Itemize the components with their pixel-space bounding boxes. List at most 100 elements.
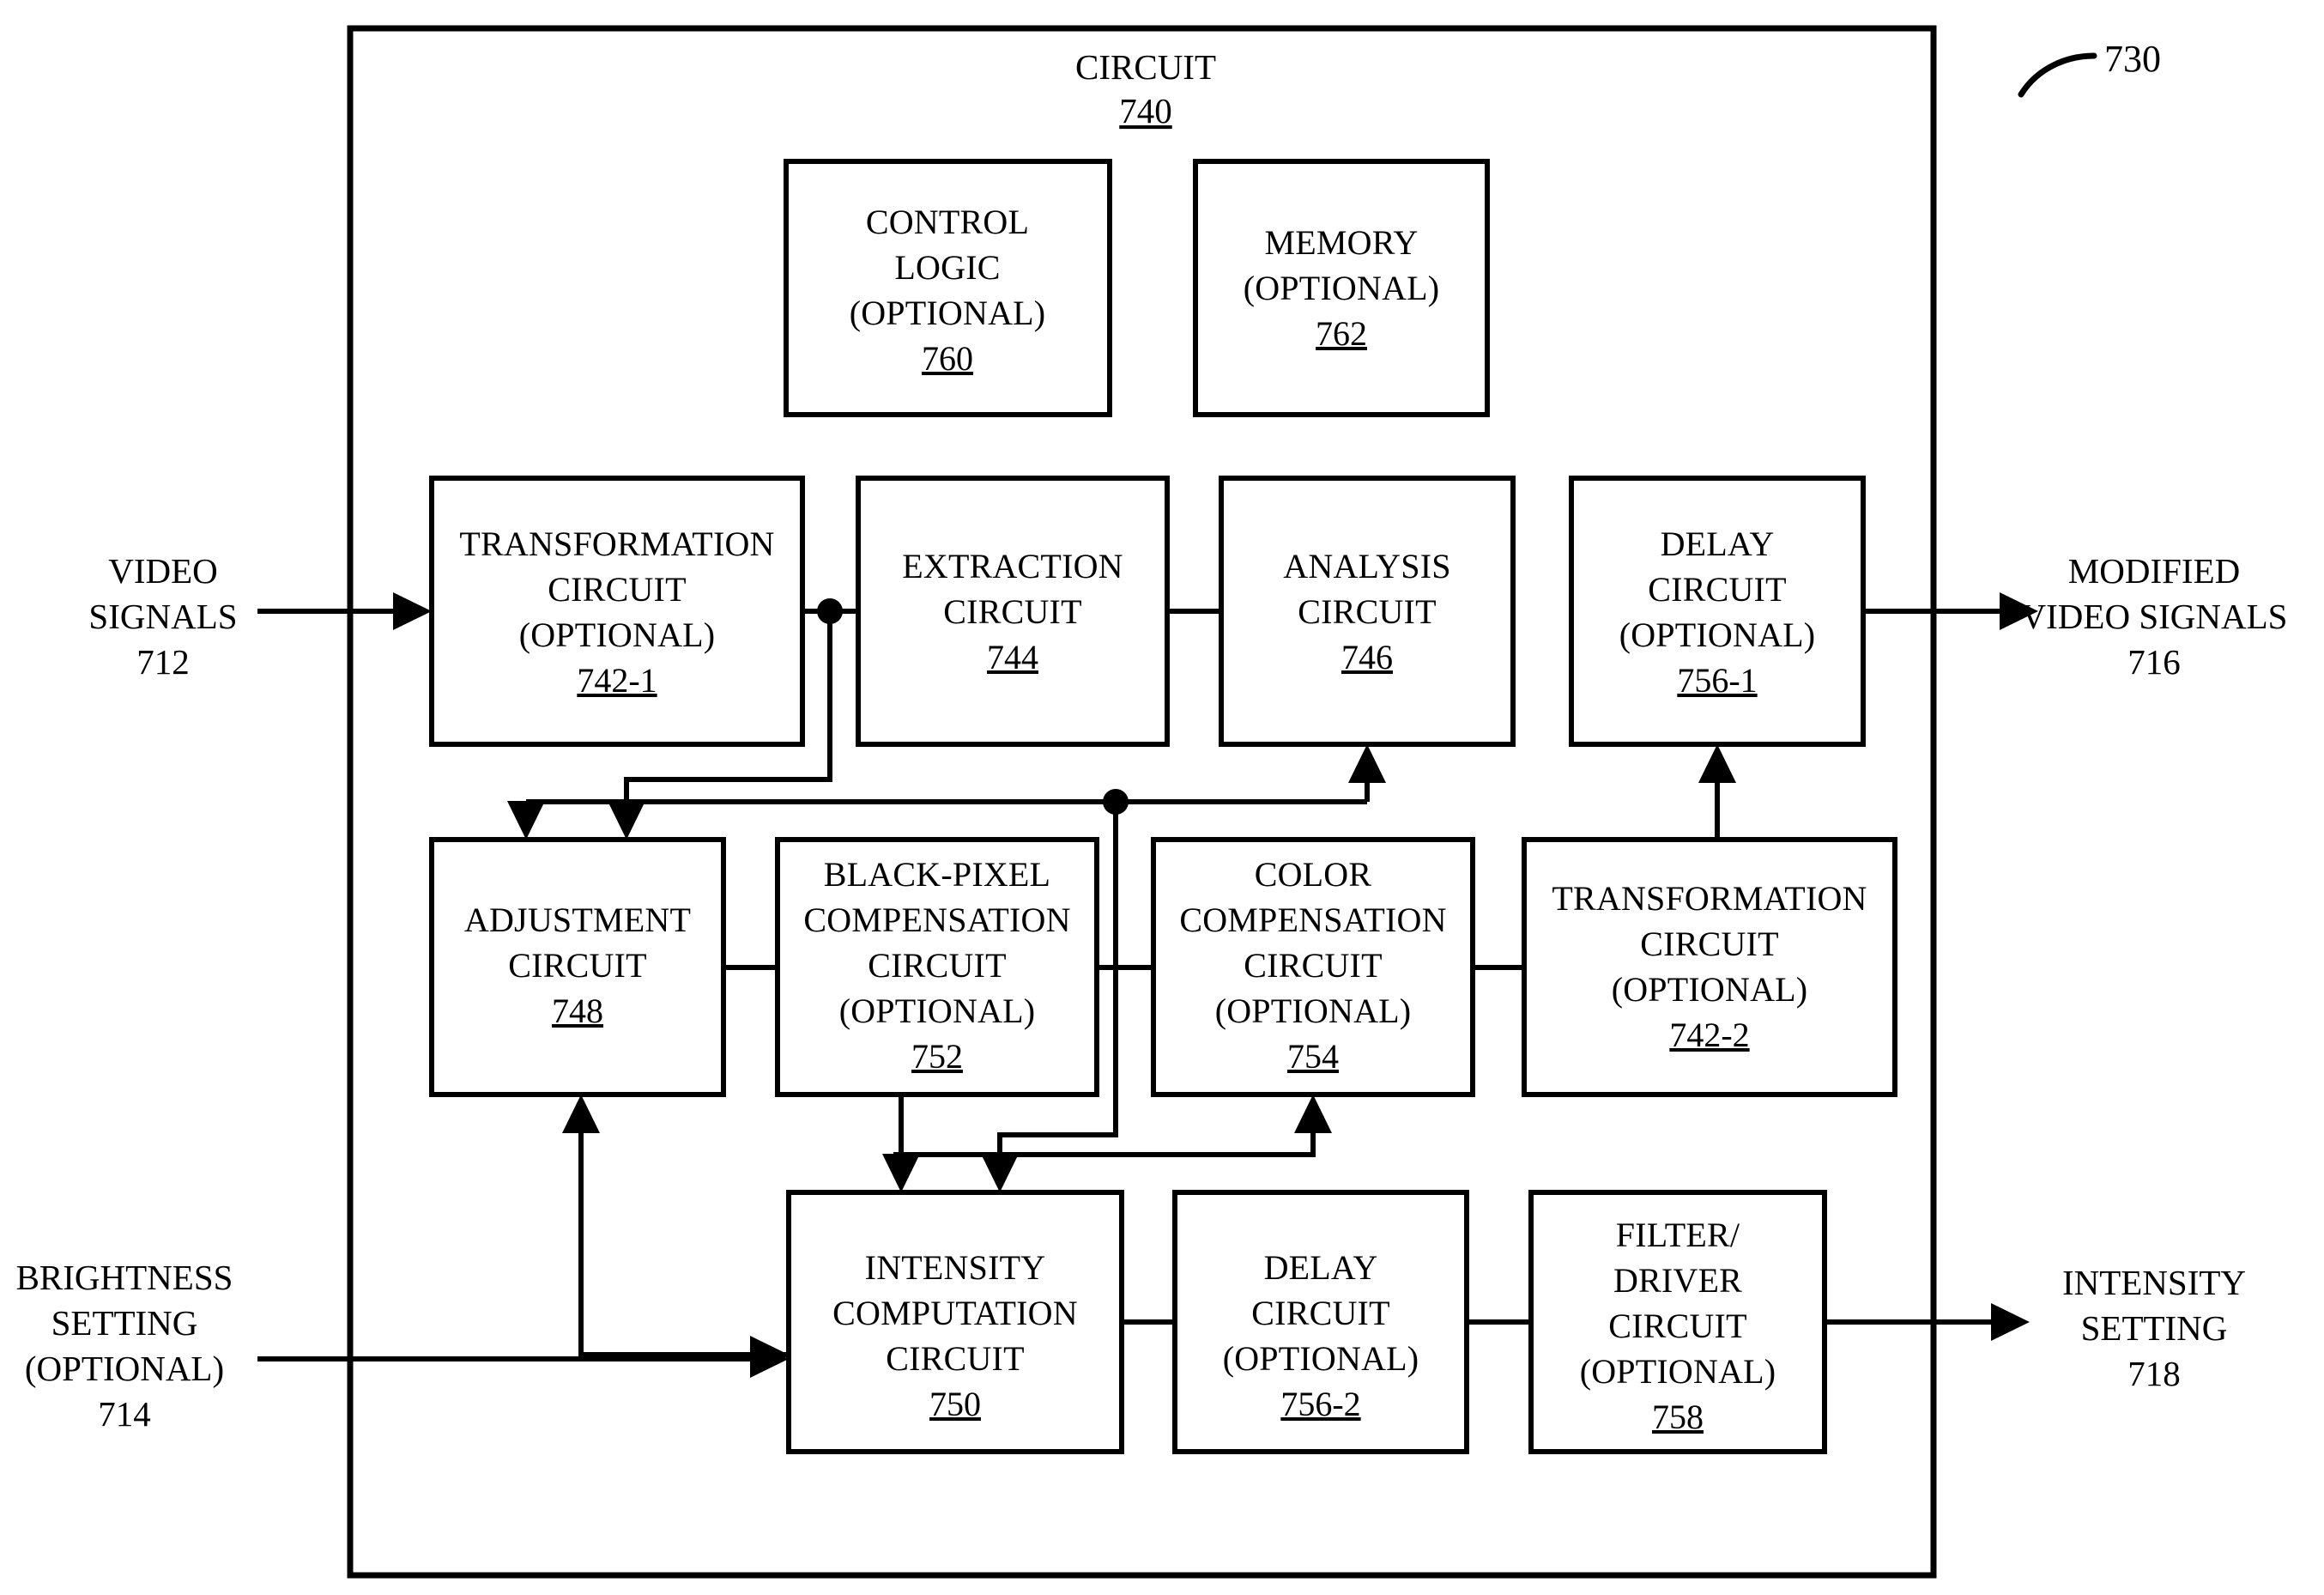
transformation-circuit-2-box[interactable] (1522, 837, 1897, 1097)
block-adjustment-circuit[interactable]: ADJUSTMENT CIRCUIT 748 (429, 837, 726, 1097)
figure-reference-numeral: 730 (2104, 38, 2161, 80)
filter-driver-line-4: (OPTIONAL) (1580, 1352, 1776, 1391)
patent-figure-diagram: 730 CIRCUIT 740 CONTROL LOGIC (OPTIONAL)… (0, 0, 2324, 1595)
block-delay-circuit-2[interactable]: DELAY CIRCUIT (OPTIONAL) 756-2 (1172, 1190, 1469, 1454)
circuit-title: CIRCUIT (1075, 47, 1216, 87)
extraction-circuit-number: 744 (987, 638, 1038, 676)
brightness-setting-line-1: BRIGHTNESS (16, 1258, 233, 1297)
transformation-circuit-2-line-1: TRANSFORMATION (1552, 879, 1867, 918)
transformation-circuit-2-number: 742-2 (1669, 1016, 1749, 1054)
memory-line-2: (OPTIONAL) (1244, 269, 1440, 307)
delay-circuit-2-line-2: CIRCUIT (1251, 1294, 1389, 1332)
brightness-setting-line-2: SETTING (51, 1303, 198, 1343)
video-signals-line-1: VIDEO (108, 551, 218, 591)
arrowhead-742-1-to-748 (608, 801, 645, 840)
block-delay-circuit-1[interactable]: DELAY CIRCUIT (OPTIONAL) 756-1 (1569, 476, 1866, 747)
transformation-circuit-1-box[interactable] (429, 476, 805, 747)
filter-driver-line-2: DRIVER (1613, 1261, 1742, 1300)
wire-brightness-in (257, 1340, 789, 1378)
figure-canvas: 730 CIRCUIT 740 CONTROL LOGIC (OPTIONAL)… (16, 25, 2288, 1579)
block-transformation-circuit-1[interactable]: TRANSFORMATION CIRCUIT (OPTIONAL) 742-1 (429, 476, 805, 747)
transformation-circuit-1-line-2: CIRCUIT (548, 570, 686, 609)
label-video-signals: VIDEO SIGNALS 712 (88, 551, 237, 682)
wire-742-2-to-756-1 (1698, 744, 1736, 840)
adjustment-circuit-line-1: ADJUSTMENT (464, 901, 691, 939)
transformation-circuit-1-number: 742-1 (577, 661, 657, 700)
wire-758-out (1825, 1303, 2030, 1341)
arrowhead-bus-to-746 (1348, 744, 1386, 783)
delay-circuit-1-number: 756-1 (1677, 661, 1757, 700)
analysis-circuit-number: 746 (1341, 638, 1393, 676)
block-color-compensation-circuit[interactable]: COLOR COMPENSATION CIRCUIT (OPTIONAL) 75… (1151, 837, 1475, 1097)
video-signals-number: 712 (136, 642, 190, 682)
transformation-circuit-1-line-3: (OPTIONAL) (519, 616, 716, 654)
brightness-setting-line-3: (OPTIONAL) (25, 1349, 224, 1388)
intensity-setting-line-1: INTENSITY (2062, 1263, 2246, 1302)
black-pixel-compensation-line-3: CIRCUIT (868, 946, 1006, 985)
arrowhead-752-to-750 (882, 1154, 920, 1192)
intensity-computation-number: 750 (929, 1385, 981, 1423)
control-logic-line-2: LOGIC (894, 248, 1000, 287)
wire-video-in (257, 592, 432, 630)
memory-number: 762 (1316, 314, 1367, 353)
analysis-circuit-line-1: ANALYSIS (1283, 547, 1450, 585)
arrowhead-bus-to-750 (981, 1154, 1019, 1192)
video-signals-line-2: SIGNALS (88, 597, 237, 636)
color-compensation-number: 754 (1287, 1037, 1339, 1076)
intensity-computation-line-1: INTENSITY (865, 1248, 1046, 1287)
delay-circuit-2-number: 756-2 (1280, 1385, 1360, 1423)
block-control-logic[interactable]: CONTROL LOGIC (OPTIONAL) 760 (784, 159, 1112, 417)
extraction-circuit-line-1: EXTRACTION (902, 547, 1123, 585)
brightness-setting-number: 714 (98, 1394, 151, 1434)
intensity-setting-line-2: SETTING (2081, 1308, 2228, 1348)
label-intensity-setting: INTENSITY SETTING 718 (2062, 1263, 2246, 1393)
modified-video-signals-number: 716 (2127, 642, 2181, 682)
intensity-computation-line-2: COMPUTATION (832, 1294, 1078, 1332)
arrowhead-intensity-setting-out (1991, 1303, 2030, 1341)
block-black-pixel-compensation-circuit[interactable]: BLACK-PIXEL COMPENSATION CIRCUIT (OPTION… (775, 837, 1099, 1097)
label-brightness-setting: BRIGHTNESS SETTING (OPTIONAL) 714 (16, 1258, 233, 1434)
arrowhead-video-in (393, 592, 432, 630)
label-modified-video-signals: MODIFIED VIDEO SIGNALS 716 (2021, 551, 2288, 682)
transformation-circuit-1-line-1: TRANSFORMATION (459, 525, 774, 563)
black-pixel-compensation-line-4: (OPTIONAL) (839, 992, 1036, 1030)
delay-circuit-1-box[interactable] (1569, 476, 1866, 747)
arrowhead-750-to-754 (1294, 1095, 1332, 1133)
black-pixel-compensation-line-2: COMPENSATION (803, 901, 1070, 939)
delay-circuit-1-line-3: (OPTIONAL) (1619, 616, 1816, 654)
wire-756-1-out (1863, 592, 2038, 630)
wire-750-to-748-feedback (562, 1095, 789, 1374)
block-filter-driver-circuit[interactable]: FILTER/ DRIVER CIRCUIT (OPTIONAL) 758 (1528, 1190, 1827, 1454)
modified-video-signals-line-2: VIDEO SIGNALS (2021, 597, 2288, 636)
control-logic-line-3: (OPTIONAL) (850, 294, 1046, 332)
block-memory[interactable]: MEMORY (OPTIONAL) 762 (1193, 159, 1490, 417)
filter-driver-line-3: CIRCUIT (1608, 1307, 1746, 1345)
black-pixel-compensation-line-1: BLACK-PIXEL (824, 855, 1050, 894)
adjustment-circuit-number: 748 (552, 992, 603, 1030)
block-analysis-circuit[interactable]: ANALYSIS CIRCUIT 746 (1219, 476, 1516, 747)
arrowhead-bus-to-748 (507, 801, 545, 840)
filter-driver-line-1: FILTER/ (1616, 1216, 1740, 1254)
modified-video-signals-line-1: MODIFIED (2068, 551, 2240, 591)
filter-driver-number: 758 (1652, 1398, 1704, 1436)
analysis-circuit-line-2: CIRCUIT (1298, 592, 1436, 631)
control-logic-number: 760 (922, 339, 973, 378)
color-compensation-line-2: COMPENSATION (1179, 901, 1446, 939)
block-intensity-computation-circuit[interactable]: INTENSITY COMPUTATION CIRCUIT 750 (786, 1190, 1124, 1454)
delay-circuit-1-line-1: DELAY (1661, 525, 1775, 563)
control-logic-line-1: CONTROL (866, 203, 1029, 241)
block-transformation-circuit-2[interactable]: TRANSFORMATION CIRCUIT (OPTIONAL) 742-2 (1522, 837, 1897, 1097)
black-pixel-compensation-number: 752 (911, 1037, 963, 1076)
adjustment-circuit-line-2: CIRCUIT (508, 946, 646, 985)
color-compensation-line-1: COLOR (1255, 855, 1372, 894)
color-compensation-line-4: (OPTIONAL) (1215, 992, 1412, 1030)
transformation-circuit-2-line-3: (OPTIONAL) (1612, 970, 1808, 1009)
color-compensation-line-3: CIRCUIT (1244, 946, 1382, 985)
intensity-computation-line-3: CIRCUIT (886, 1339, 1024, 1378)
memory-line-1: MEMORY (1264, 223, 1418, 262)
circuit-number: 740 (1119, 91, 1172, 130)
block-extraction-circuit[interactable]: EXTRACTION CIRCUIT 744 (856, 476, 1170, 747)
delay-circuit-2-line-3: (OPTIONAL) (1223, 1339, 1419, 1378)
wire-750-to-754 (1007, 1095, 1332, 1157)
reference-leader-line (2018, 52, 2097, 98)
